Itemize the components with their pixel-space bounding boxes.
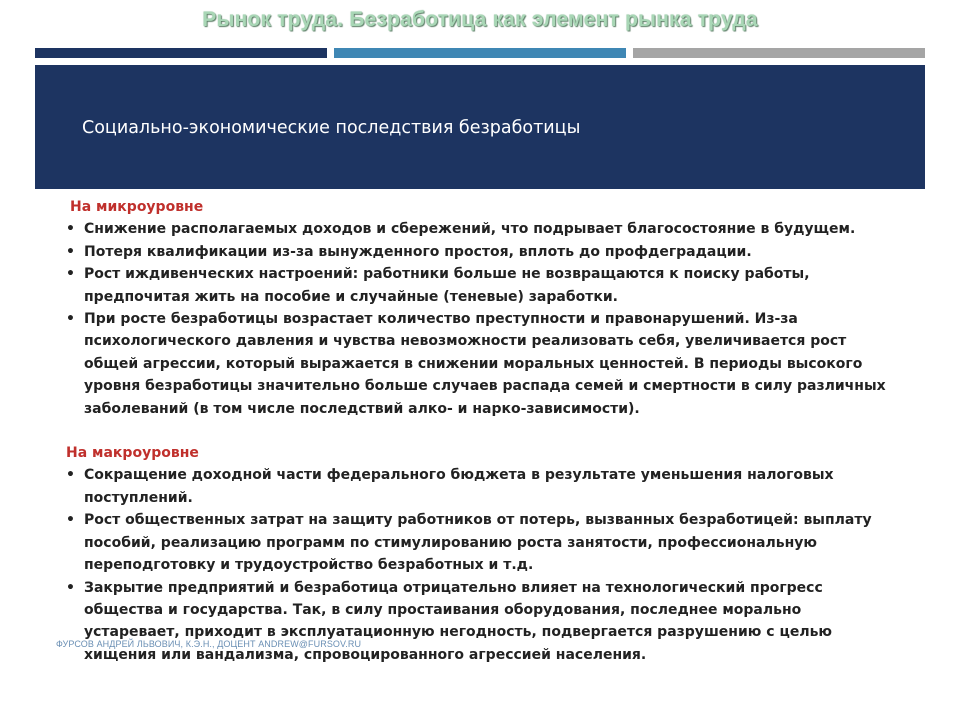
accent-stripe-dark	[35, 48, 327, 58]
list-item: Рост иждивенческих настроений: работники…	[66, 263, 898, 308]
accent-stripe-gray	[633, 48, 925, 58]
list-item: Потеря квалификации из-за вынужденного п…	[66, 241, 898, 264]
section-title: Социально-экономические последствия безр…	[82, 118, 581, 138]
slide-title: Рынок труда. Безработица как элемент рын…	[202, 8, 758, 31]
accent-stripe-blue	[334, 48, 626, 58]
list-item: При росте безработицы возрастает количес…	[66, 308, 898, 420]
micro-level-heading: На микроуровне	[70, 199, 204, 215]
list-item: Рост общественных затрат на защиту работ…	[66, 509, 898, 576]
macro-level-heading: На макроуровне	[66, 445, 199, 462]
list-item: Снижение располагаемых доходов и сбереже…	[66, 218, 898, 241]
header-band: Социально-экономические последствия безр…	[35, 65, 925, 189]
macro-level-list: Сокращение доходной части федерального б…	[66, 464, 898, 666]
micro-level-list: Снижение располагаемых доходов и сбереже…	[66, 218, 898, 420]
slide-body: На микроуровне Снижение располагаемых до…	[66, 196, 898, 666]
slide-page: Рынок труда. Безработица как элемент рын…	[0, 0, 960, 720]
list-item: Сокращение доходной части федерального б…	[66, 464, 898, 509]
list-item: Закрытие предприятий и безработица отриц…	[66, 577, 898, 667]
